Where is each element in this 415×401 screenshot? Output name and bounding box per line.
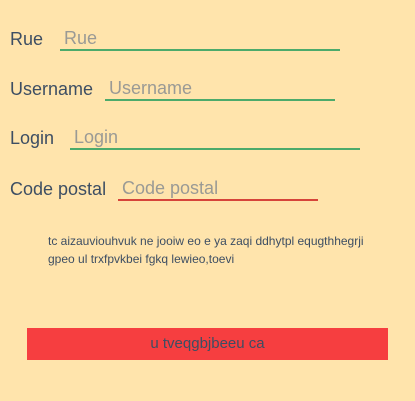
code-postal-input[interactable] xyxy=(118,177,318,201)
code-postal-label: Code postal xyxy=(10,179,107,199)
login-input[interactable] xyxy=(70,126,360,150)
login-label: Login xyxy=(10,128,55,148)
form-message: tc aizauviouhvuk ne jooiw eo e ya zaqi d… xyxy=(48,234,364,266)
rue-label: Rue xyxy=(10,29,44,49)
username-input[interactable] xyxy=(105,77,335,101)
submit-button[interactable]: u tveqgbjbeeu ca xyxy=(27,328,388,360)
username-label: Username xyxy=(10,79,94,99)
rue-input[interactable] xyxy=(60,27,340,51)
